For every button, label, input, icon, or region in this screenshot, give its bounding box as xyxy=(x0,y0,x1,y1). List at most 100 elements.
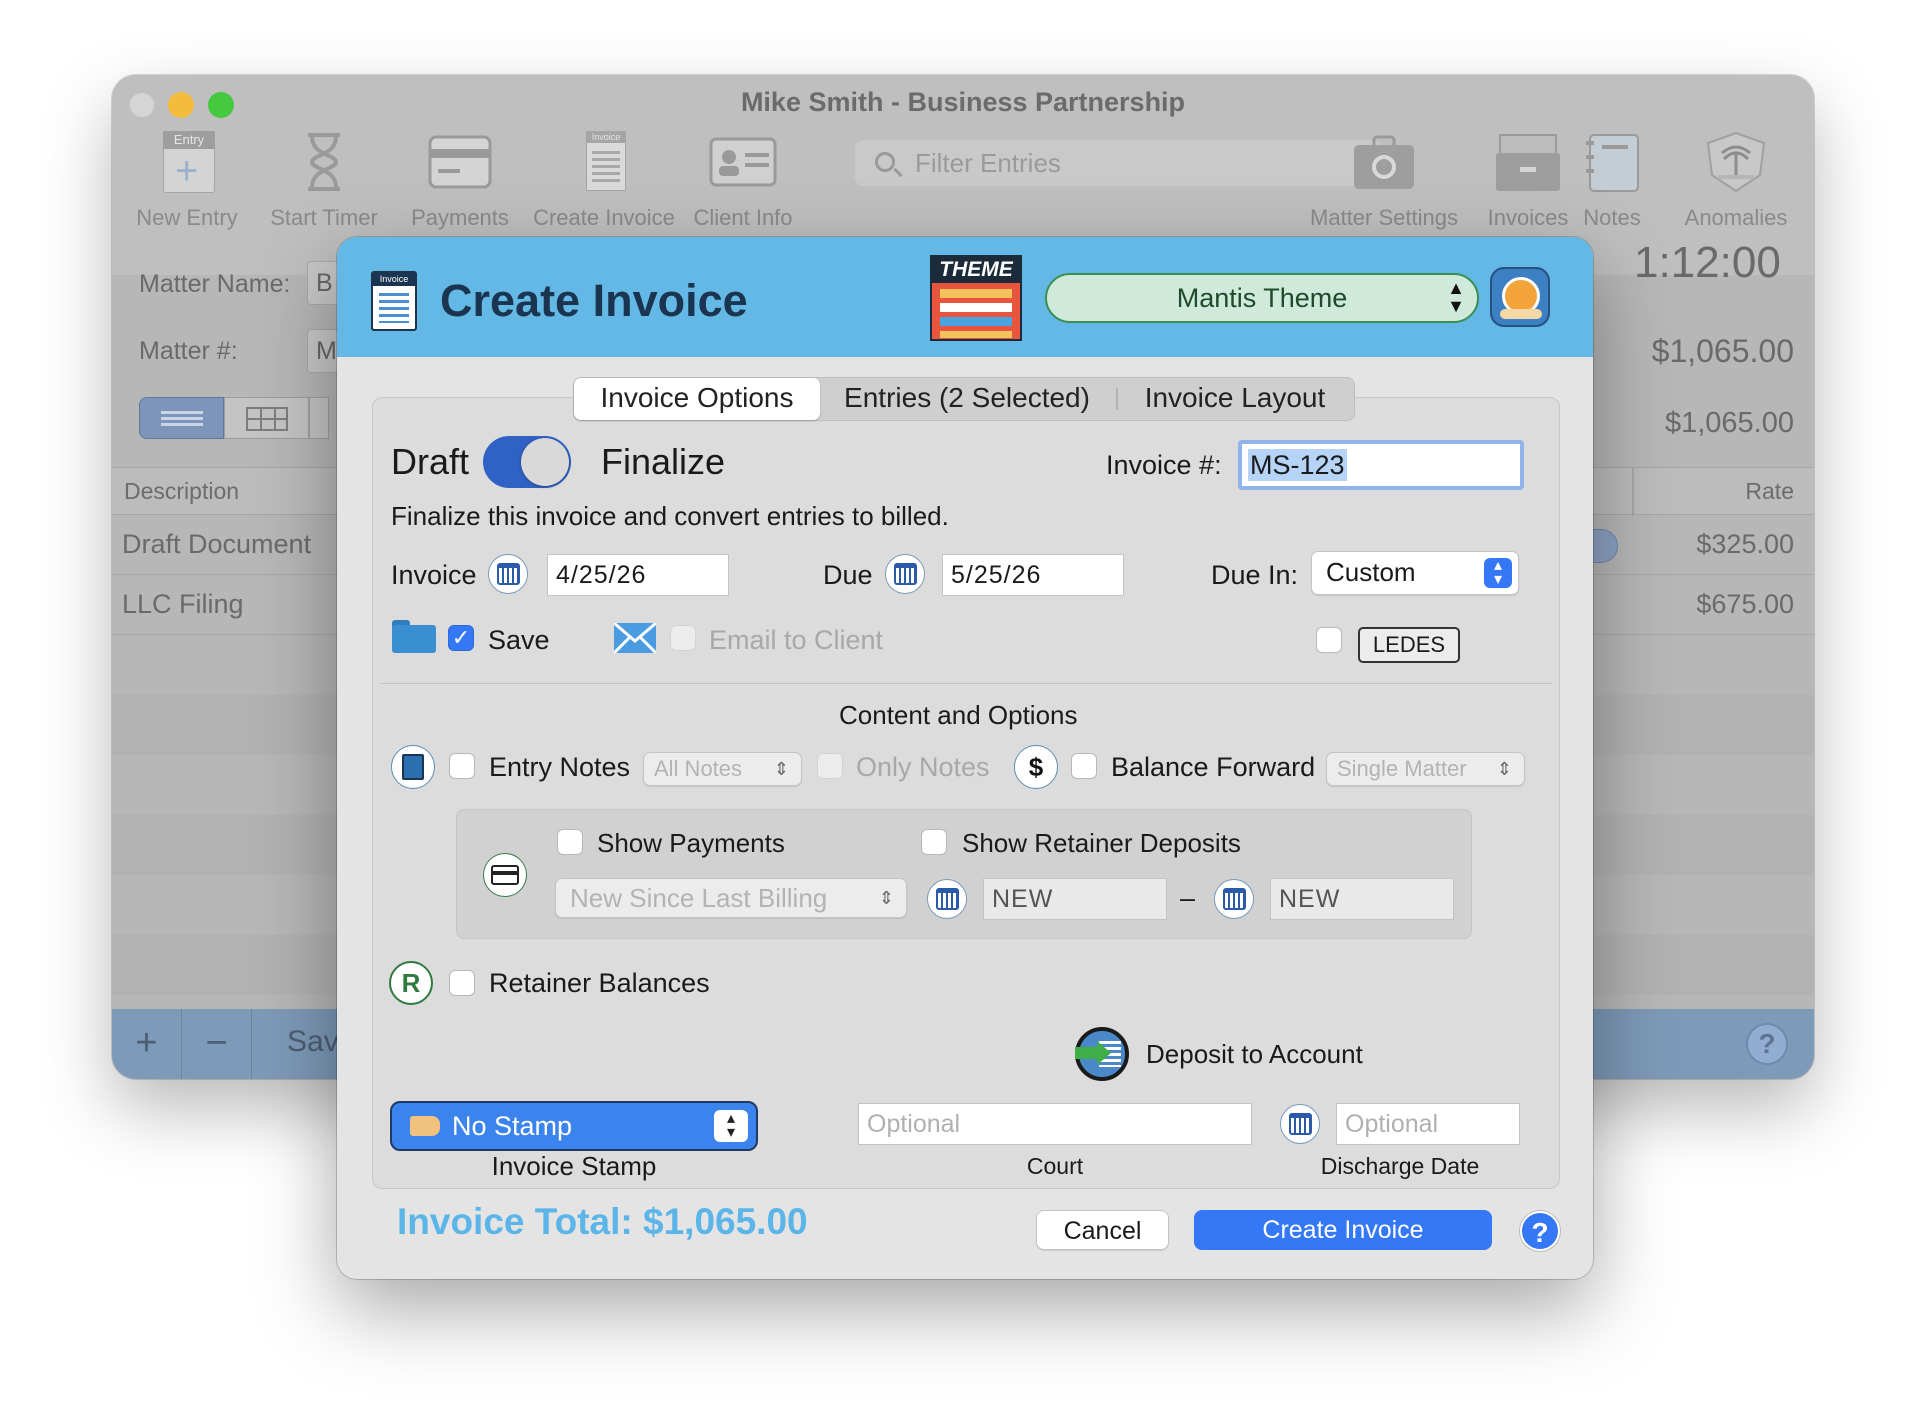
range-start-field[interactable]: NEW xyxy=(983,878,1167,920)
help-icon[interactable]: ? xyxy=(1746,1023,1788,1065)
court-field[interactable]: Optional xyxy=(858,1103,1252,1145)
entry-notes-checkbox[interactable] xyxy=(449,753,475,779)
calendar-icon[interactable] xyxy=(885,554,925,594)
tab-divider xyxy=(1116,388,1118,410)
add-entry-button[interactable]: + xyxy=(112,1009,182,1079)
row-rate: $675.00 xyxy=(1696,589,1794,619)
notes-label: Notes xyxy=(1583,205,1641,230)
range-dash: – xyxy=(1180,883,1196,913)
matter-scope-select[interactable]: Single Matter ⇕ xyxy=(1326,752,1525,786)
email-checkbox[interactable] xyxy=(670,625,696,651)
due-date-field[interactable]: 5/25/26 xyxy=(942,554,1124,596)
client-info-button[interactable]: Client Info xyxy=(668,131,818,251)
invoice-number-label: Invoice #: xyxy=(1106,450,1222,480)
ledes-checkbox[interactable] xyxy=(1316,627,1342,653)
balance-forward-checkbox[interactable] xyxy=(1071,753,1097,779)
calendar-icon[interactable] xyxy=(488,554,528,594)
discharge-date-caption: Discharge Date xyxy=(1320,1153,1480,1179)
due-in-label: Due In: xyxy=(1211,560,1299,590)
due-date-label: Due xyxy=(823,560,873,590)
invoice-document-icon: Invoice xyxy=(371,271,417,331)
notes-button[interactable]: Notes xyxy=(1552,131,1672,251)
retainer-balances-checkbox[interactable] xyxy=(449,970,475,996)
search-icon xyxy=(875,152,895,172)
tab-invoice-layout[interactable]: Invoice Layout xyxy=(1120,377,1350,421)
invoice-icon: Invoice xyxy=(570,131,638,193)
theme-select[interactable]: Mantis Theme ▲ ▼ xyxy=(1045,273,1479,323)
start-timer-button[interactable]: Start Timer xyxy=(249,131,399,251)
ledes-button[interactable]: LEDES xyxy=(1358,627,1460,663)
court-caption: Court xyxy=(1026,1153,1084,1179)
only-notes-checkbox[interactable] xyxy=(817,753,843,779)
notes-filter-select[interactable]: All Notes ⇕ xyxy=(643,752,802,786)
window-title: Mike Smith - Business Partnership xyxy=(740,87,1186,117)
invoice-number-field[interactable]: MS-123 xyxy=(1238,440,1524,490)
folder-icon xyxy=(392,620,436,654)
save-bottom-label[interactable]: Sav xyxy=(287,1025,339,1059)
due-in-select[interactable]: Custom ▴ ▾ xyxy=(1311,551,1519,595)
tab-entries[interactable]: Entries (2 Selected) xyxy=(822,377,1112,421)
updown-chevron-icon: ⇕ xyxy=(878,888,894,908)
calendar-icon[interactable] xyxy=(1214,879,1254,919)
new-entry-button[interactable]: Entry + New Entry xyxy=(112,131,262,251)
balance-forward-label: Balance Forward xyxy=(1111,752,1316,782)
invoice-number-value: MS-123 xyxy=(1248,449,1347,481)
payments-button[interactable]: Payments xyxy=(385,131,535,251)
contact-card-icon xyxy=(709,131,777,193)
trash-view-button[interactable] xyxy=(309,397,329,439)
theme-icon[interactable]: THEME xyxy=(930,255,1022,341)
remove-entry-button[interactable]: − xyxy=(182,1009,252,1079)
retainer-balances-label: Retainer Balances xyxy=(489,968,710,998)
dialog-title: Create Invoice xyxy=(440,275,748,326)
create-invoice-button[interactable]: Create Invoice xyxy=(1194,1210,1492,1250)
show-retainer-checkbox[interactable] xyxy=(921,829,947,855)
payments-label: Payments xyxy=(411,205,509,230)
retainer-icon: R xyxy=(389,961,433,1005)
create-invoice-toolbar-button[interactable]: Invoice Create Invoice xyxy=(529,131,679,251)
theme-settings-icon[interactable] xyxy=(1490,267,1550,327)
only-notes-label: Only Notes xyxy=(856,752,990,782)
range-end-field[interactable]: NEW xyxy=(1270,878,1454,920)
discharge-date-field[interactable]: Optional xyxy=(1336,1103,1520,1145)
description-column-header[interactable]: Description xyxy=(124,478,239,505)
theme-select-value: Mantis Theme xyxy=(1176,283,1348,313)
invoice-stamp-select[interactable]: No Stamp ▴ ▾ xyxy=(390,1101,758,1151)
calendar-icon[interactable] xyxy=(1280,1104,1320,1144)
briefcase-gear-icon xyxy=(1350,131,1418,193)
cancel-button[interactable]: Cancel xyxy=(1036,1210,1169,1250)
deposit-icon[interactable] xyxy=(1075,1027,1129,1081)
matter-settings-button[interactable]: Matter Settings xyxy=(1294,131,1474,251)
draft-finalize-toggle[interactable] xyxy=(483,436,571,488)
start-timer-label: Start Timer xyxy=(270,205,378,230)
matter-scope-value: Single Matter xyxy=(1337,756,1467,781)
rate-column-header[interactable]: Rate xyxy=(1642,478,1794,505)
grid-view-button[interactable] xyxy=(224,397,309,439)
calendar-icon[interactable] xyxy=(927,879,967,919)
help-icon[interactable]: ? xyxy=(1520,1211,1560,1251)
updown-chevron-icon: ⇕ xyxy=(1496,759,1512,779)
show-payments-checkbox[interactable] xyxy=(557,829,583,855)
matter-name-label: Matter Name: xyxy=(139,270,291,298)
entry-notes-label: Entry Notes xyxy=(489,752,631,782)
deposit-to-account-label: Deposit to Account xyxy=(1146,1039,1363,1069)
tab-invoice-options[interactable]: Invoice Options xyxy=(574,377,820,421)
content-options-heading: Content and Options xyxy=(839,700,1078,730)
entry-badge: Entry xyxy=(163,131,215,149)
save-checkbox[interactable]: ✓ xyxy=(448,625,474,651)
invoice-date-field[interactable]: 4/25/26 xyxy=(547,554,729,596)
timer-display: 1:12:00 xyxy=(1634,238,1781,287)
toggle-knob xyxy=(521,438,569,486)
show-payments-label: Show Payments xyxy=(597,828,785,858)
payments-range-select[interactable]: New Since Last Billing ⇕ xyxy=(555,878,907,918)
dollar-icon: $ xyxy=(1014,745,1058,789)
tag-icon xyxy=(410,1116,440,1136)
invoice-badge: Invoice xyxy=(586,131,626,143)
matter-number-label: Matter #: xyxy=(139,337,238,365)
list-view-button[interactable] xyxy=(139,397,224,439)
envelope-icon xyxy=(612,621,658,655)
anomalies-label: Anomalies xyxy=(1684,205,1788,230)
new-entry-icon: Entry + xyxy=(153,131,221,193)
anomalies-button[interactable]: Anomalies xyxy=(1661,131,1811,251)
updown-chevron-icon: ▲ ▼ xyxy=(1447,278,1465,316)
theme-badge: THEME xyxy=(932,257,1020,283)
